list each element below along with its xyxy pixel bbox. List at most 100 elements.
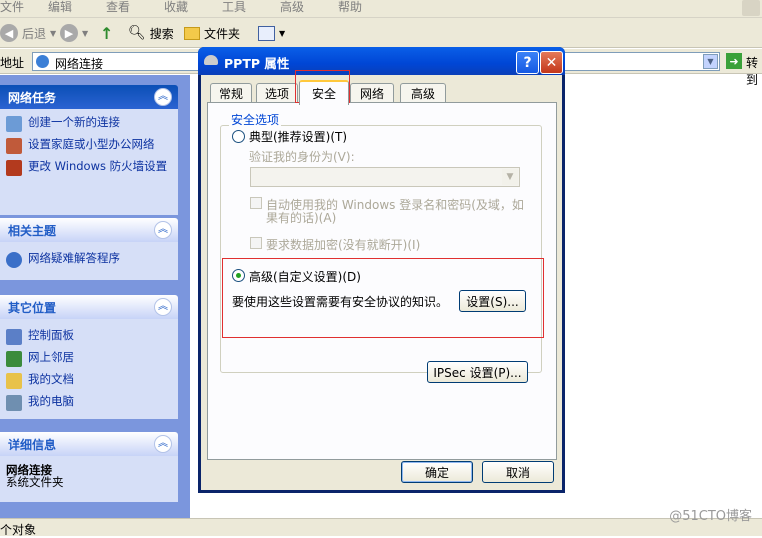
- address-label: 地址: [0, 56, 25, 70]
- related-topics-title: 相关主题: [8, 223, 57, 238]
- highlight-advanced-option: [222, 258, 544, 338]
- task-label: 网络疑难解答程序: [28, 251, 120, 265]
- tab-security[interactable]: 安全: [299, 80, 349, 105]
- go-button[interactable]: 转到: [746, 54, 762, 88]
- address-dropdown-icon[interactable]: ▼: [703, 54, 718, 69]
- details-type: 系统文件夹: [6, 475, 64, 489]
- place-control-panel[interactable]: 控制面板: [6, 329, 172, 345]
- place-network-neighborhood[interactable]: 网上邻居: [6, 351, 172, 367]
- chevron-down-icon: ▼: [82, 28, 89, 38]
- menu-advanced[interactable]: 高级: [280, 0, 304, 14]
- forward-arrow-icon: ▶: [60, 24, 78, 42]
- my-computer-icon: [6, 395, 22, 411]
- chevron-down-icon: ▼: [502, 169, 518, 185]
- typical-label: 典型(推荐设置)(T): [249, 130, 348, 144]
- place-label: 我的文档: [28, 372, 74, 386]
- folder-icon: [184, 26, 200, 40]
- cancel-button[interactable]: 取消: [482, 461, 554, 483]
- firewall-icon: [6, 160, 22, 176]
- other-places-title: 其它位置: [8, 300, 57, 315]
- menu-edit[interactable]: 编辑: [48, 0, 72, 14]
- forward-button[interactable]: ▶ ▼: [60, 23, 88, 43]
- task-label: 更改 Windows 防火墙设置: [28, 159, 168, 173]
- place-my-computer[interactable]: 我的电脑: [6, 395, 172, 411]
- help-button[interactable]: ?: [516, 51, 539, 74]
- up-folder-button[interactable]: ↑: [100, 23, 113, 43]
- network-neighborhood-icon: [6, 351, 22, 367]
- tab-options[interactable]: 选项: [256, 83, 298, 103]
- require-encryption-checkbox[interactable]: [250, 237, 262, 249]
- ipsec-settings-button[interactable]: IPSec 设置(P)...: [427, 361, 528, 383]
- toolbar: ◀ 后退 ▼ ▶ ▼ ↑ 🔍︎ 搜索 文件夹 ▼: [0, 18, 762, 48]
- views-icon: [258, 25, 275, 41]
- place-label: 控制面板: [28, 328, 74, 342]
- collapse-icon[interactable]: ︽: [154, 298, 172, 316]
- task-label: 创建一个新的连接: [28, 115, 120, 129]
- details-panel: 详细信息 ︽ 网络连接 系统文件夹: [0, 432, 178, 502]
- security-options-legend: 安全选项: [229, 111, 282, 128]
- verify-identity-select[interactable]: ▼: [250, 167, 520, 187]
- collapse-icon[interactable]: ︽: [154, 88, 172, 106]
- related-topics-panel: 相关主题 ︽ 网络疑难解答程序: [0, 218, 178, 280]
- address-value: 网络连接: [55, 57, 104, 71]
- auto-windows-checkbox[interactable]: [250, 197, 262, 209]
- related-topics-header[interactable]: 相关主题 ︽: [0, 218, 178, 242]
- search-label: 搜索: [149, 26, 174, 41]
- close-icon: ✕: [545, 54, 558, 71]
- watermark: @51CTO博客: [669, 509, 752, 524]
- collapse-icon[interactable]: ︽: [154, 435, 172, 453]
- tab-networking[interactable]: 网络: [350, 83, 394, 103]
- go-arrow-icon[interactable]: ➜: [726, 53, 742, 69]
- network-tasks-title: 网络任务: [8, 90, 57, 105]
- details-title: 详细信息: [8, 437, 57, 452]
- menu-tools[interactable]: 工具: [222, 0, 246, 14]
- task-troubleshooter[interactable]: 网络疑难解答程序: [6, 252, 172, 268]
- connection-icon: [204, 55, 218, 65]
- network-tasks-header[interactable]: 网络任务 ︽: [0, 85, 178, 109]
- dialog-titlebar[interactable]: PPTP 属性 ? ✕: [198, 47, 565, 75]
- folders-label: 文件夹: [204, 26, 241, 41]
- close-button[interactable]: ✕: [540, 51, 563, 74]
- chevron-down-icon: ▼: [50, 28, 57, 38]
- search-icon: 🔍︎: [128, 25, 146, 41]
- ok-button[interactable]: 确定: [401, 461, 473, 483]
- task-firewall[interactable]: 更改 Windows 防火墙设置: [6, 160, 172, 176]
- folders-button[interactable]: 文件夹: [184, 23, 240, 43]
- menu-help[interactable]: 帮助: [338, 0, 362, 14]
- home-network-icon: [6, 138, 22, 154]
- menu-bar: 文件 编辑 查看 收藏 工具 高级 帮助: [0, 0, 762, 18]
- task-home-network[interactable]: 设置家庭或小型办公网络: [6, 138, 172, 154]
- info-icon: [6, 252, 22, 268]
- typical-radio[interactable]: [232, 130, 245, 143]
- chevron-down-icon: ▼: [279, 28, 286, 38]
- tab-advanced[interactable]: 高级: [400, 83, 446, 103]
- other-places-header[interactable]: 其它位置 ︽: [0, 295, 178, 319]
- place-my-documents[interactable]: 我的文档: [6, 373, 172, 389]
- task-pane: 网络任务 ︽ 创建一个新的连接 设置家庭或小型办公网络 更改 Windows 防…: [0, 75, 190, 518]
- back-button[interactable]: ◀ 后退 ▼: [0, 23, 56, 43]
- status-text: 个对象: [0, 523, 37, 537]
- my-documents-icon: [6, 373, 22, 389]
- place-label: 网上邻居: [28, 350, 74, 364]
- task-create-connection[interactable]: 创建一个新的连接: [6, 116, 172, 132]
- network-tasks-panel: 网络任务 ︽ 创建一个新的连接 设置家庭或小型办公网络 更改 Windows 防…: [0, 85, 178, 215]
- network-connections-icon: [36, 55, 49, 68]
- windows-logo-icon: [742, 0, 760, 16]
- verify-label: 验证我的身份为(V):: [249, 150, 355, 164]
- require-encryption-label: 要求数据加密(没有就断开)(I): [266, 238, 421, 252]
- tab-general[interactable]: 常规: [210, 83, 252, 103]
- menu-view[interactable]: 查看: [106, 0, 130, 14]
- search-button[interactable]: 🔍︎ 搜索: [128, 23, 174, 43]
- back-arrow-icon: ◀: [0, 24, 18, 42]
- collapse-icon[interactable]: ︽: [154, 221, 172, 239]
- up-folder-icon: ↑: [100, 23, 114, 43]
- new-connection-icon: [6, 116, 22, 132]
- status-bar: 个对象: [0, 518, 762, 537]
- dialog-title: PPTP 属性: [224, 56, 290, 71]
- views-button[interactable]: ▼: [258, 23, 285, 43]
- menu-favorites[interactable]: 收藏: [164, 0, 188, 14]
- back-label: 后退: [22, 26, 47, 41]
- details-header[interactable]: 详细信息 ︽: [0, 432, 178, 456]
- menu-file[interactable]: 文件: [0, 0, 24, 14]
- task-label: 设置家庭或小型办公网络: [28, 137, 155, 151]
